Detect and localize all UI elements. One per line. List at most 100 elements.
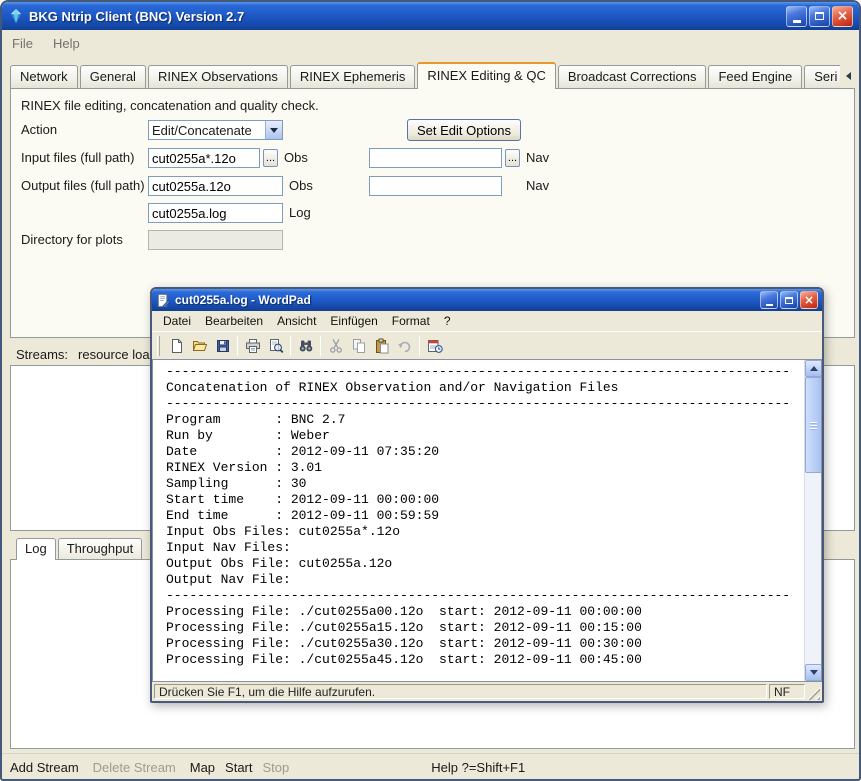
status-help-text: Drücken Sie F1, um die Hilfe aufzurufen. [154, 684, 767, 699]
resize-grip[interactable] [807, 687, 820, 700]
plots-directory-field [148, 230, 283, 250]
save-icon [215, 338, 231, 354]
log-line: End time : 2012-09-11 00:59:59 [166, 508, 803, 524]
vertical-scrollbar[interactable] [804, 360, 821, 681]
open-folder-icon [192, 338, 208, 354]
copy-icon [351, 338, 367, 354]
print-preview-icon [268, 338, 284, 354]
add-stream-button[interactable]: Add Stream [10, 760, 79, 775]
tab-throughput[interactable]: Throughput [58, 538, 143, 559]
maximize-button[interactable] [809, 6, 830, 27]
menu-format[interactable]: Format [385, 314, 437, 328]
start-button[interactable]: Start [225, 760, 252, 775]
set-edit-options-button[interactable]: Set Edit Options [407, 119, 521, 141]
menu-ansicht[interactable]: Ansicht [270, 314, 323, 328]
wordpad-window: cut0255a.log - WordPad × Datei Bearbeite… [150, 287, 824, 703]
combo-arrow-glyph [270, 128, 278, 133]
copy-button [347, 335, 370, 357]
menu-hilfe[interactable]: ? [437, 314, 458, 328]
output-nav-field[interactable] [369, 176, 502, 196]
bnc-titlebar[interactable]: BKG Ntrip Client (BNC) Version 2.7 × [2, 2, 859, 30]
wordpad-close-button[interactable]: × [800, 291, 818, 309]
log-line: Output Nav File: [166, 572, 803, 588]
wordpad-titlebar[interactable]: cut0255a.log - WordPad × [152, 289, 822, 311]
action-select[interactable]: Edit/Concatenate [148, 120, 283, 140]
wordpad-app-icon [156, 293, 171, 308]
minimize-icon [766, 304, 773, 306]
streams-label: Streams: [16, 347, 68, 362]
cut-icon [328, 338, 344, 354]
log-line: Output Obs File: cut0255a.12o [166, 556, 803, 572]
tab-rinex-ephemeris[interactable]: RINEX Ephemeris [290, 65, 415, 88]
bnc-tabstrip: Network General RINEX Observations RINEX… [10, 62, 851, 88]
paste-button[interactable] [370, 335, 393, 357]
input-obs-suffix-label: Obs [284, 148, 308, 168]
stop-button: Stop [263, 760, 290, 775]
tab-broadcast-corrections[interactable]: Broadcast Corrections [558, 65, 707, 88]
log-line: ----------------------------------------… [166, 588, 803, 604]
input-obs-browse-button[interactable]: ... [263, 149, 278, 167]
new-document-button[interactable] [165, 335, 188, 357]
log-line: Processing File: ./cut0255a30.12o start:… [166, 636, 803, 652]
log-line: Program : BNC 2.7 [166, 412, 803, 428]
find-icon [298, 338, 314, 354]
close-button[interactable]: × [832, 6, 853, 27]
insert-date-time-button[interactable] [423, 335, 446, 357]
scroll-down-button[interactable] [805, 664, 822, 681]
help-shortcut-label[interactable]: Help ?=Shift+F1 [431, 760, 525, 775]
menu-datei[interactable]: Datei [156, 314, 198, 328]
input-nav-browse-button[interactable]: ... [505, 149, 520, 167]
input-nav-suffix-label: Nav [526, 148, 549, 168]
close-icon: × [804, 294, 814, 306]
menu-file[interactable]: File [12, 36, 33, 51]
minimize-button[interactable] [786, 6, 807, 27]
log-line: Input Nav Files: [166, 540, 803, 556]
log-line: Processing File: ./cut0255a00.12o start:… [166, 604, 803, 620]
print-preview-button[interactable] [264, 335, 287, 357]
scrollbar-thumb[interactable] [805, 377, 822, 473]
log-line: Date : 2012-09-11 07:35:20 [166, 444, 803, 460]
toolbar-drag-handle[interactable] [157, 336, 160, 356]
tab-serial[interactable]: Seri [804, 65, 840, 88]
save-button[interactable] [211, 335, 234, 357]
output-log-field[interactable] [148, 203, 283, 223]
scroll-down-icon [810, 670, 818, 675]
toolbar-separator [419, 336, 420, 356]
menu-help[interactable]: Help [53, 36, 80, 51]
scroll-up-icon [810, 366, 818, 371]
log-line: Sampling : 30 [166, 476, 803, 492]
open-button[interactable] [188, 335, 211, 357]
scroll-up-button[interactable] [805, 360, 822, 377]
menu-bearbeiten[interactable]: Bearbeiten [198, 314, 270, 328]
find-button[interactable] [294, 335, 317, 357]
log-line: ----------------------------------------… [166, 396, 803, 412]
tab-rinex-editing-qc[interactable]: RINEX Editing & QC [417, 62, 556, 89]
document-area[interactable]: ----------------------------------------… [152, 359, 822, 682]
undo-button [393, 335, 416, 357]
wordpad-maximize-button[interactable] [780, 291, 798, 309]
print-icon [245, 338, 261, 354]
map-button[interactable]: Map [190, 760, 215, 775]
bottom-action-bar: Add Stream Delete Stream Map Start Stop … [2, 753, 859, 781]
tab-scroll-left-button[interactable] [840, 67, 856, 85]
log-line: Start time : 2012-09-11 00:00:00 [166, 492, 803, 508]
wordpad-toolbar [152, 331, 822, 359]
wordpad-minimize-button[interactable] [760, 291, 778, 309]
tab-general[interactable]: General [80, 65, 146, 88]
output-obs-suffix-label: Obs [289, 176, 313, 196]
tab-rinex-observations[interactable]: RINEX Observations [148, 65, 288, 88]
log-line: Input Obs Files: cut0255a*.12o [166, 524, 803, 540]
print-button[interactable] [241, 335, 264, 357]
tab-feed-engine[interactable]: Feed Engine [708, 65, 802, 88]
menu-einfuegen[interactable]: Einfügen [323, 314, 384, 328]
log-line: Processing File: ./cut0255a15.12o start:… [166, 620, 803, 636]
chevron-down-icon[interactable] [265, 121, 282, 139]
tab-log-bottom[interactable]: Log [16, 538, 56, 560]
tab-scroll-buttons [840, 67, 861, 88]
input-nav-field[interactable] [369, 148, 502, 168]
wordpad-menubar: Datei Bearbeiten Ansicht Einfügen Format… [152, 311, 822, 331]
input-obs-field[interactable] [148, 148, 260, 168]
log-line: Concatenation of RINEX Observation and/o… [166, 380, 803, 396]
tab-network[interactable]: Network [10, 65, 78, 88]
output-obs-field[interactable] [148, 176, 283, 196]
